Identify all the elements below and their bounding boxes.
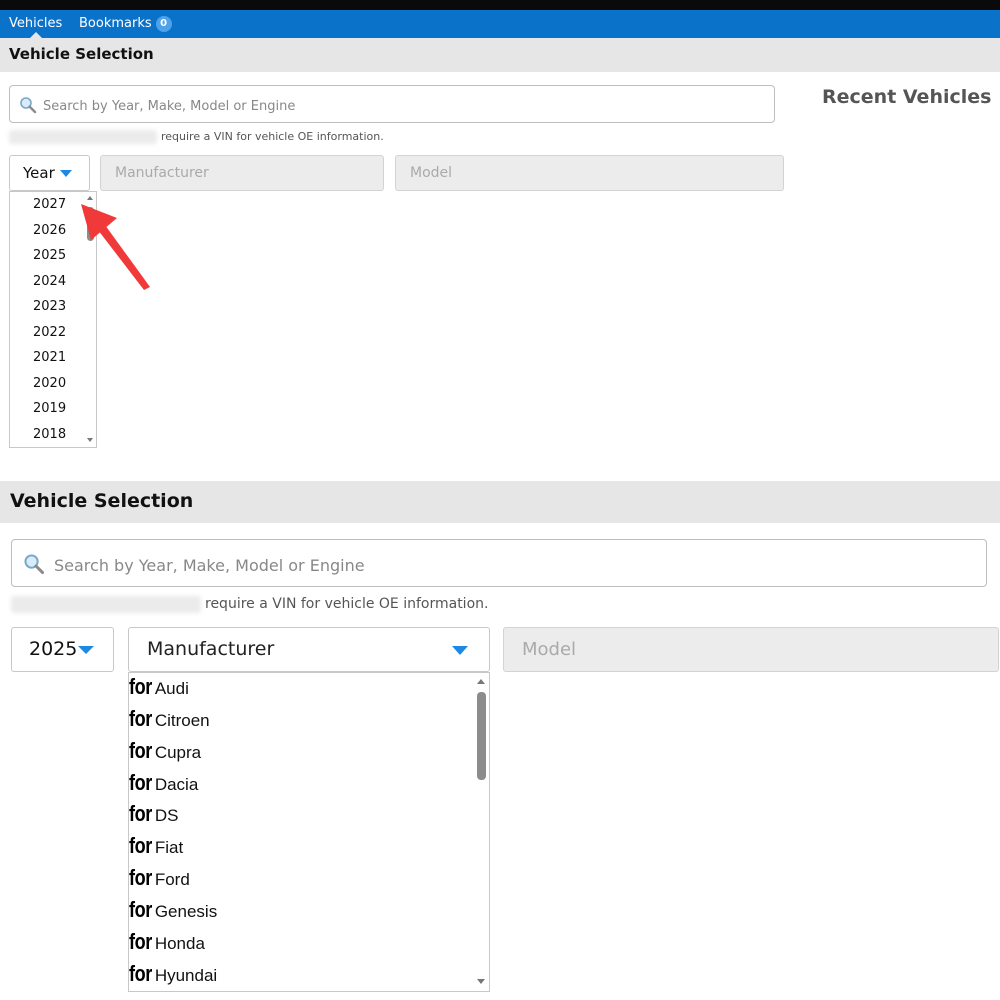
manufacturer-option-hyundai[interactable]: for Hyundai xyxy=(129,961,217,987)
manufacturer-name: Cupra xyxy=(154,743,202,762)
magnifier-icon xyxy=(24,554,45,575)
model-select-2-label: Model xyxy=(522,639,577,660)
vehicle-search-box-2[interactable] xyxy=(11,539,987,587)
manufacturer-option-ds[interactable]: for DS xyxy=(129,801,178,827)
for-prefix: for xyxy=(129,770,152,795)
year-option-2024[interactable]: 2024 xyxy=(33,274,66,289)
magnifier-icon xyxy=(20,97,37,114)
manufacturer-name: Genesis xyxy=(154,902,218,921)
scroll-down-arrow-icon[interactable] xyxy=(87,438,93,442)
for-prefix: for xyxy=(129,706,152,731)
redacted-text-2 xyxy=(11,596,201,613)
manufacturer-name: Fiat xyxy=(154,838,184,857)
manufacturer-name: Honda xyxy=(154,934,205,953)
manufacturer-option-cupra[interactable]: for Cupra xyxy=(129,738,201,764)
for-prefix: for xyxy=(129,738,152,763)
year-option-2027[interactable]: 2027 xyxy=(33,197,66,212)
vehicle-search-input[interactable] xyxy=(41,95,765,117)
year-option-2021[interactable]: 2021 xyxy=(33,350,66,365)
section-title: Vehicle Selection xyxy=(9,45,154,63)
section-header-2: Vehicle Selection xyxy=(0,481,1000,523)
for-prefix: for xyxy=(129,897,152,922)
year-option-2025[interactable]: 2025 xyxy=(33,248,66,263)
for-prefix: for xyxy=(129,833,152,858)
recent-vehicles-title: Recent Vehicles xyxy=(822,86,992,108)
year-option-2026[interactable]: 2026 xyxy=(33,223,66,238)
caret-down-icon xyxy=(78,646,94,654)
red-arrow-annotation-icon xyxy=(81,204,150,290)
year-select-label: Year xyxy=(23,164,55,182)
bookmarks-count-badge: 0 xyxy=(155,16,172,32)
caret-down-icon xyxy=(452,646,468,655)
manufacturer-select-label: Manufacturer xyxy=(115,165,209,181)
manufacturer-name: Ford xyxy=(154,870,190,889)
year-option-2018[interactable]: 2018 xyxy=(33,427,66,442)
vehicle-search-input-2[interactable] xyxy=(52,552,976,578)
manufacturer-option-genesis[interactable]: for Genesis xyxy=(129,897,217,923)
for-prefix: for xyxy=(129,961,152,986)
tab-bar: Vehicles Bookmarks 0 xyxy=(0,10,1000,38)
for-prefix: for xyxy=(129,674,152,699)
model-select-2[interactable]: Model xyxy=(503,627,999,672)
manufacturer-select-2-label: Manufacturer xyxy=(147,638,275,660)
vin-note: require a VIN for vehicle OE information… xyxy=(161,130,384,143)
tab-bookmarks[interactable]: Bookmarks 0 xyxy=(71,10,180,38)
year-select[interactable]: Year xyxy=(9,155,90,191)
caret-down-icon xyxy=(60,170,72,177)
year-select-2-value: 2025 xyxy=(29,638,78,660)
manufacturer-option-honda[interactable]: for Honda xyxy=(129,929,205,955)
redacted-text xyxy=(9,130,157,144)
year-option-2019[interactable]: 2019 xyxy=(33,401,66,416)
model-select[interactable]: Model xyxy=(395,155,784,191)
scroll-down-arrow-icon[interactable] xyxy=(477,979,485,984)
manufacturer-name: Dacia xyxy=(154,775,199,794)
vin-note-2: require a VIN for vehicle OE information… xyxy=(205,596,489,612)
for-prefix: for xyxy=(129,801,152,826)
model-select-label: Model xyxy=(410,165,453,181)
for-prefix: for xyxy=(129,865,152,890)
year-option-2020[interactable]: 2020 xyxy=(33,376,66,391)
manufacturer-name: Audi xyxy=(154,679,189,698)
tab-vehicles-label: Vehicles xyxy=(9,16,63,31)
manufacturer-dropdown-list[interactable]: for Audi for Citroen for Cupra for Dacia for… xyxy=(128,672,490,992)
manufacturer-option-audi[interactable]: for Audi xyxy=(129,674,189,700)
vehicle-search-box[interactable] xyxy=(9,85,775,123)
manufacturer-option-fiat[interactable]: for Fiat xyxy=(129,833,183,859)
section-title-2: Vehicle Selection xyxy=(10,490,194,512)
manufacturer-list-scrollbar-thumb[interactable] xyxy=(477,692,486,780)
year-select-2[interactable]: 2025 xyxy=(11,627,114,672)
tab-bookmarks-label: Bookmarks xyxy=(79,16,152,31)
manufacturer-name: Hyundai xyxy=(154,966,218,985)
manufacturer-select-2[interactable]: Manufacturer xyxy=(128,627,490,672)
scroll-up-arrow-icon[interactable] xyxy=(477,679,485,684)
manufacturer-option-ford[interactable]: for Ford xyxy=(129,865,190,891)
year-option-2023[interactable]: 2023 xyxy=(33,299,66,314)
manufacturer-name: DS xyxy=(154,806,179,825)
manufacturer-name: Citroen xyxy=(154,711,210,730)
tab-vehicles[interactable]: Vehicles xyxy=(1,10,70,38)
manufacturer-option-citroen[interactable]: for Citroen xyxy=(129,706,210,732)
manufacturer-option-dacia[interactable]: for Dacia xyxy=(129,770,198,796)
window-top-strip xyxy=(0,0,1000,10)
manufacturer-select[interactable]: Manufacturer xyxy=(100,155,384,191)
section-header: Vehicle Selection xyxy=(0,38,1000,72)
year-option-2022[interactable]: 2022 xyxy=(33,325,66,340)
for-prefix: for xyxy=(129,929,152,954)
